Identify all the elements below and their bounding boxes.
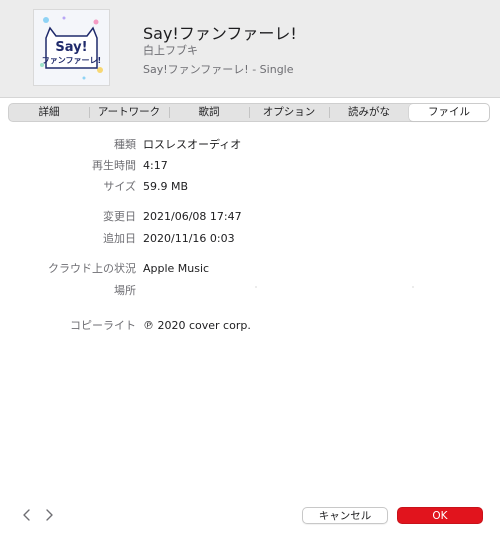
tab-artwork[interactable]: アートワーク — [89, 104, 169, 121]
info-row-kind: 種類 ロスレスオーディオ — [0, 137, 500, 153]
info-row-cloud-status: クラウド上の状況 Apple Music — [0, 261, 500, 277]
artwork-text-line2: ファンファーレ! — [42, 56, 101, 65]
tab-sorting[interactable]: 読みがな — [329, 104, 409, 121]
modified-label: 変更日 — [103, 210, 136, 223]
tab-file[interactable]: ファイル — [409, 104, 489, 121]
copyright-value: ℗ 2020 cover corp. — [143, 319, 251, 332]
modified-value: 2021/06/08 17:47 — [143, 210, 242, 223]
kind-label: 種類 — [114, 138, 136, 151]
added-value: 2020/11/16 0:03 — [143, 232, 235, 245]
kind-value: ロスレスオーディオ — [143, 138, 242, 151]
artwork-image: Say! ファンファーレ! — [34, 10, 109, 85]
chevron-right-icon[interactable] — [42, 507, 56, 523]
info-row-added: 追加日 2020/11/16 0:03 — [0, 231, 500, 247]
info-row-copyright: コピーライト ℗ 2020 cover corp. — [0, 318, 500, 334]
cloud-status-label: クラウド上の状況 — [48, 262, 136, 275]
size-label: サイズ — [103, 180, 136, 193]
header: Say! ファンファーレ! Say!ファンファーレ! 白上フブキ Say!ファン… — [0, 0, 500, 98]
duration-value: 4:17 — [143, 159, 168, 172]
info-row-modified: 変更日 2021/06/08 17:47 — [0, 209, 500, 225]
cancel-button[interactable]: キャンセル — [302, 507, 388, 524]
separator-dot — [412, 286, 414, 288]
tab-bar: 詳細 アートワーク 歌詞 オプション 読みがな ファイル — [8, 103, 490, 122]
cloud-status-value: Apple Music — [143, 262, 210, 275]
copyright-label: コピーライト — [70, 319, 136, 332]
info-row-size: サイズ 59.9 MB — [0, 179, 500, 195]
separator-dot — [255, 286, 257, 288]
tab-options[interactable]: オプション — [249, 104, 329, 121]
added-label: 追加日 — [103, 232, 136, 245]
song-artist: 白上フブキ — [143, 44, 198, 57]
info-row-duration: 再生時間 4:17 — [0, 158, 500, 174]
info-row-location: 場所 — [0, 283, 500, 299]
ok-button[interactable]: OK — [397, 507, 483, 524]
artwork-text-line1: Say! — [55, 40, 87, 55]
size-value: 59.9 MB — [143, 180, 189, 193]
tab-lyrics[interactable]: 歌詞 — [169, 104, 249, 121]
song-title: Say!ファンファーレ! — [143, 24, 297, 43]
song-album: Say!ファンファーレ! - Single — [143, 63, 294, 76]
location-label: 場所 — [114, 284, 136, 297]
album-artwork[interactable]: Say! ファンファーレ! — [33, 9, 110, 86]
chevron-left-icon[interactable] — [20, 507, 34, 523]
duration-label: 再生時間 — [92, 159, 136, 172]
tab-details[interactable]: 詳細 — [9, 104, 89, 121]
